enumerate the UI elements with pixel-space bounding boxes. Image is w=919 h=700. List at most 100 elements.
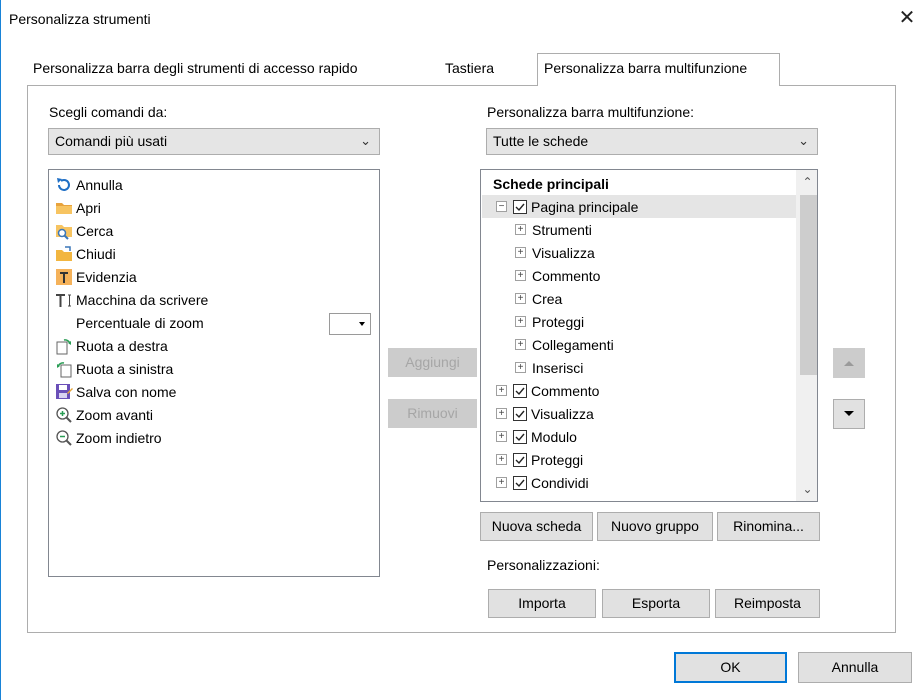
tree-row-label: Visualizza (531, 405, 594, 422)
tree-row[interactable]: + Visualizza (515, 241, 595, 264)
remove-button[interactable]: Rimuovi (388, 399, 477, 428)
checkbox[interactable] (513, 452, 527, 467)
rotate-left-icon (54, 359, 74, 379)
list-item[interactable]: Zoom avanti (54, 403, 153, 426)
list-item[interactable]: Ruota a destra (54, 334, 168, 357)
ok-button[interactable]: OK (674, 652, 787, 683)
list-item[interactable]: Salva con nome (54, 380, 176, 403)
expand-icon[interactable]: + (496, 477, 507, 488)
checkbox[interactable] (513, 429, 527, 444)
tab-quick-access-toolbar[interactable]: Personalizza barra degli strumenti di ac… (33, 60, 358, 76)
reset-button[interactable]: Reimposta (715, 589, 820, 618)
import-button[interactable]: Importa (488, 589, 596, 618)
list-item[interactable]: Annulla (54, 173, 123, 196)
tree-row[interactable]: + Proteggi (496, 448, 583, 471)
cancel-button[interactable]: Annulla (798, 652, 912, 683)
list-item[interactable]: Macchina da scrivere (54, 288, 208, 311)
expand-icon[interactable]: + (515, 293, 526, 304)
customizations-label: Personalizzazioni: (487, 557, 600, 573)
commands-list[interactable]: Annulla Apri Cerca Chiudi Evidenzia Macc… (48, 169, 380, 577)
list-item[interactable]: Zoom indietro (54, 426, 162, 449)
list-item-label: Zoom avanti (76, 406, 154, 423)
expand-icon[interactable]: + (496, 385, 507, 396)
list-item[interactable]: Chiudi (54, 242, 116, 265)
customize-ribbon-select[interactable]: Tutte le schede ⌄ (486, 128, 818, 155)
tree-scrollbar[interactable]: ⌃ ⌄ (796, 170, 817, 501)
list-item[interactable]: Ruota a sinistra (54, 357, 173, 380)
list-item-label: Ruota a sinistra (76, 360, 174, 377)
scroll-up-icon[interactable]: ⌃ (797, 172, 817, 192)
expand-icon[interactable]: + (496, 431, 507, 442)
tree-row-label: Proteggi (532, 313, 585, 330)
collapse-icon[interactable]: − (496, 201, 507, 212)
tree-row-label: Commento (531, 382, 600, 399)
list-item[interactable]: Evidenzia (54, 265, 137, 288)
list-item[interactable]: Cerca (54, 219, 113, 242)
add-button[interactable]: Aggiungi (388, 348, 477, 377)
rotate-right-icon (54, 336, 74, 356)
triangle-up-icon (844, 361, 854, 366)
list-item[interactable]: Apri (54, 196, 101, 219)
tree-row[interactable]: + Crea (515, 287, 562, 310)
chevron-down-icon: ⌄ (360, 133, 371, 148)
list-item-label: Ruota a destra (76, 337, 168, 354)
expand-icon[interactable]: + (515, 339, 526, 350)
list-item-label: Chiudi (76, 245, 116, 262)
tree-row[interactable]: + Inserisci (515, 356, 583, 379)
scroll-down-icon[interactable]: ⌄ (797, 479, 817, 499)
ribbon-tree[interactable]: Schede principali − Pagina principale + … (480, 169, 818, 502)
tab-keyboard[interactable]: Tastiera (445, 60, 494, 76)
tree-row-label: Commento (532, 267, 601, 284)
chevron-down-icon: ⌄ (798, 133, 809, 148)
tree-row[interactable]: − Pagina principale (482, 195, 797, 218)
list-item[interactable]: Percentuale di zoom (54, 311, 204, 334)
move-down-button[interactable] (833, 399, 865, 429)
list-item-label: Salva con nome (76, 383, 177, 400)
list-item-label: Evidenzia (76, 268, 137, 285)
checkbox[interactable] (513, 475, 527, 490)
expand-icon[interactable]: + (496, 454, 507, 465)
choose-commands-value: Comandi più usati (55, 133, 168, 149)
expand-icon[interactable]: + (515, 316, 526, 327)
rename-button[interactable]: Rinomina... (717, 512, 820, 541)
tree-row[interactable]: + Proteggi (515, 310, 584, 333)
choose-commands-label: Scegli comandi da: (49, 104, 168, 120)
dialog-title: Personalizza strumenti (9, 11, 151, 27)
tree-row[interactable]: + Commento (515, 264, 600, 287)
triangle-down-icon (844, 411, 854, 416)
tree-row[interactable]: + Condividi (496, 471, 589, 494)
choose-commands-select[interactable]: Comandi più usati ⌄ (48, 128, 380, 155)
expand-icon[interactable]: + (515, 362, 526, 373)
list-item-label: Macchina da scrivere (76, 291, 209, 308)
tree-row[interactable]: + Collegamenti (515, 333, 614, 356)
scrollbar-thumb[interactable] (800, 195, 817, 375)
customize-tools-dialog: Personalizza strumenti ✕ Personalizza ba… (0, 0, 919, 700)
checkbox[interactable] (513, 383, 527, 398)
new-tab-button[interactable]: Nuova scheda (480, 512, 593, 541)
expand-icon[interactable]: + (515, 270, 526, 281)
checkbox[interactable] (513, 406, 527, 421)
expand-icon[interactable]: + (515, 224, 526, 235)
dropdown-arrow-icon (359, 322, 365, 326)
move-up-button[interactable] (833, 348, 865, 378)
export-button[interactable]: Esporta (602, 589, 710, 618)
zoom-out-icon (54, 428, 74, 448)
tree-row[interactable]: + Commento (496, 379, 599, 402)
tree-row-label: Modulo (531, 428, 577, 445)
close-folder-icon (54, 244, 74, 264)
expand-icon[interactable]: + (496, 408, 507, 419)
search-icon (54, 221, 74, 241)
zoom-percentage-dropdown[interactable] (329, 313, 371, 335)
tree-row[interactable]: + Visualizza (496, 402, 594, 425)
close-icon[interactable]: ✕ (897, 7, 917, 31)
save-as-icon (54, 382, 74, 402)
tab-customize-ribbon[interactable]: Personalizza barra multifunzione (537, 53, 780, 86)
tree-row-label: Visualizza (532, 244, 595, 261)
checkbox[interactable] (513, 199, 527, 214)
list-item-label: Cerca (76, 222, 114, 239)
tree-row[interactable]: + Modulo (496, 425, 577, 448)
expand-icon[interactable]: + (515, 247, 526, 258)
tree-row[interactable]: + Strumenti (515, 218, 592, 241)
new-group-button[interactable]: Nuovo gruppo (597, 512, 713, 541)
tree-row-label: Crea (532, 290, 563, 307)
